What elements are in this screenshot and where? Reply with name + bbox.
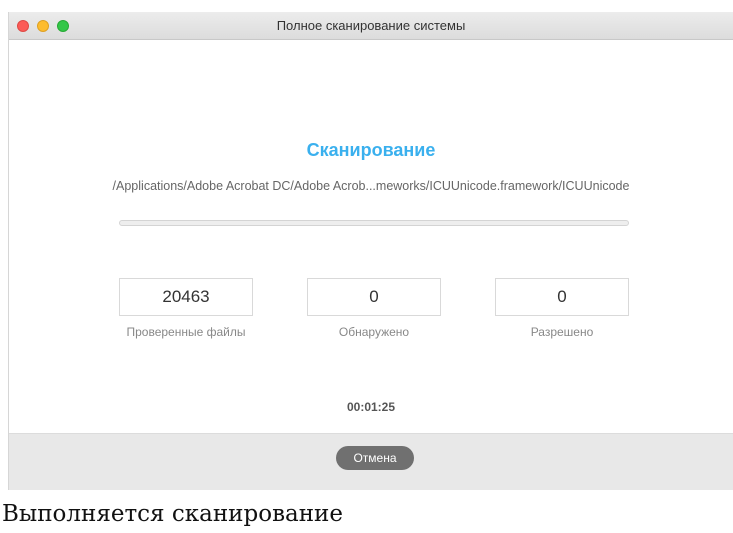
stat-resolved: 0 Разрешено — [495, 278, 629, 339]
scan-heading: Сканирование — [306, 140, 436, 160]
detected-count: 0 — [307, 278, 441, 316]
scan-progress-bar — [119, 220, 629, 226]
checked-files-count: 20463 — [119, 278, 253, 316]
scan-window: Полное сканирование системы Сканирование… — [8, 12, 733, 490]
cancel-button[interactable]: Отмена — [336, 446, 414, 470]
stat-checked-files: 20463 Проверенные файлы — [119, 278, 253, 339]
footer-bar: Отмена — [9, 433, 733, 490]
resolved-count: 0 — [495, 278, 629, 316]
elapsed-timer: 00:01:25 — [346, 400, 396, 414]
window-title: Полное сканирование системы — [276, 18, 466, 33]
status-caption: Выполняется сканирование — [2, 501, 344, 527]
current-scan-path: /Applications/Adobe Acrobat DC/Adobe Acr… — [112, 179, 630, 193]
checked-files-label: Проверенные файлы — [126, 325, 246, 339]
title-bar: Полное сканирование системы — [9, 12, 733, 40]
resolved-label: Разрешено — [530, 325, 594, 339]
detected-label: Обнаружено — [338, 325, 410, 339]
stat-detected: 0 Обнаружено — [307, 278, 441, 339]
